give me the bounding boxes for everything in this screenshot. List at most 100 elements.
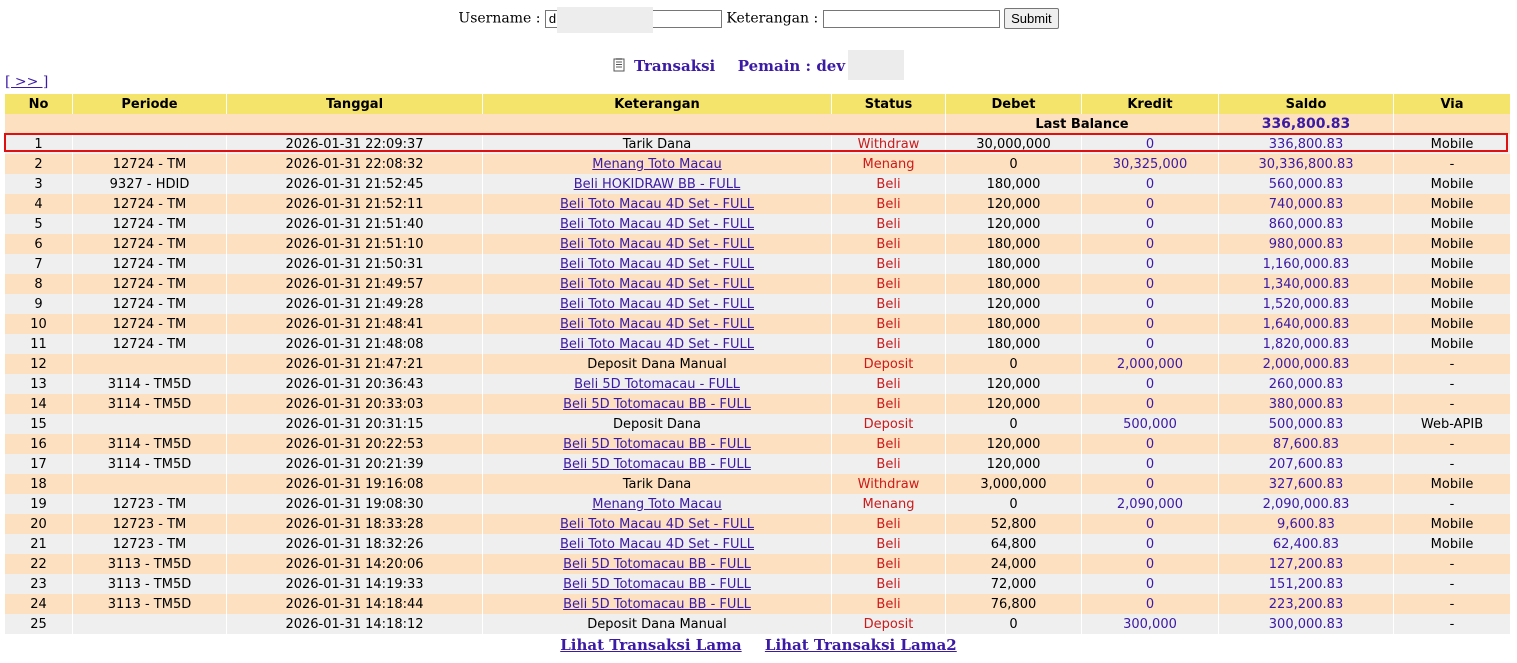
cell-debet: 3,000,000: [946, 474, 1081, 494]
keterangan-link[interactable]: Menang Toto Macau: [592, 157, 721, 172]
keterangan-link[interactable]: Beli 5D Totomacau BB - FULL: [563, 437, 751, 452]
cell-kredit: 0: [1082, 554, 1218, 574]
cell-debet: 120,000: [946, 214, 1081, 234]
lihat-transaksi-lama2-link[interactable]: Lihat Transaksi Lama2: [765, 636, 957, 654]
cell-saldo: 740,000.83: [1219, 194, 1393, 214]
cell-via: -: [1394, 594, 1510, 614]
cell-keterangan: Beli 5D Totomacau BB - FULL: [483, 394, 831, 414]
keterangan-link[interactable]: Beli 5D Totomacau BB - FULL: [563, 457, 751, 472]
cell-kredit: 0: [1082, 374, 1218, 394]
keterangan-link[interactable]: Beli 5D Totomacau BB - FULL: [563, 397, 751, 412]
table-row: 17 3114 - TM5D 2026-01-31 20:21:39 Beli 5D …: [5, 454, 1510, 474]
cell-tanggal: 2026-01-31 18:32:26: [227, 534, 482, 554]
table-row: 14 3114 - TM5D 2026-01-31 20:33:03 Beli 5D …: [5, 394, 1510, 414]
cell-tanggal: 2026-01-31 20:36:43: [227, 374, 482, 394]
keterangan-link[interactable]: Beli Toto Macau 4D Set - FULL: [560, 237, 754, 252]
keterangan-link[interactable]: Beli 5D Totomacau BB - FULL: [563, 557, 751, 572]
cell-no: 9: [5, 294, 72, 314]
cell-saldo: 1,340,000.83: [1219, 274, 1393, 294]
cell-no: 16: [5, 434, 72, 454]
cell-saldo: 327,600.83: [1219, 474, 1393, 494]
cell-kredit: 0: [1082, 594, 1218, 614]
keterangan-link[interactable]: Beli Toto Macau 4D Set - FULL: [560, 277, 754, 292]
pemain-label: Pemain : dev: [737, 57, 846, 75]
keterangan-link[interactable]: Beli 5D Totomacau - FULL: [574, 377, 740, 392]
cell-periode: 12724 - TM: [73, 154, 226, 174]
keterangan-link[interactable]: Beli 5D Totomacau BB - FULL: [563, 577, 751, 592]
cell-debet: 180,000: [946, 174, 1081, 194]
cell-debet: 64,800: [946, 534, 1081, 554]
keterangan-link[interactable]: Beli Toto Macau 4D Set - FULL: [560, 297, 754, 312]
cell-status: Deposit: [832, 354, 945, 374]
keterangan-link[interactable]: Beli Toto Macau 4D Set - FULL: [560, 217, 754, 232]
keterangan-link[interactable]: Beli Toto Macau 4D Set - FULL: [560, 257, 754, 272]
cell-no: 10: [5, 314, 72, 334]
cell-kredit: 0: [1082, 514, 1218, 534]
header-no: No: [5, 94, 72, 114]
cell-kredit: 0: [1082, 274, 1218, 294]
last-balance-value: 336,800.83: [1219, 114, 1393, 134]
cell-status: Beli: [832, 394, 945, 414]
lihat-transaksi-lama-link[interactable]: Lihat Transaksi Lama: [560, 636, 741, 654]
cell-debet: 120,000: [946, 194, 1081, 214]
table-row: 23 3113 - TM5D 2026-01-31 14:19:33 Beli 5D …: [5, 574, 1510, 594]
table-row: 22 3113 - TM5D 2026-01-31 14:20:06 Beli 5D …: [5, 554, 1510, 574]
cell-via: -: [1394, 574, 1510, 594]
keterangan-link[interactable]: Beli Toto Macau 4D Set - FULL: [560, 317, 754, 332]
cell-via: -: [1394, 394, 1510, 414]
cell-keterangan: Deposit Dana Manual: [483, 354, 831, 374]
cell-keterangan: Tarik Dana: [483, 474, 831, 494]
keterangan-link[interactable]: Beli Toto Macau 4D Set - FULL: [560, 537, 754, 552]
cell-debet: 120,000: [946, 394, 1081, 414]
cell-tanggal: 2026-01-31 14:18:44: [227, 594, 482, 614]
cell-tanggal: 2026-01-31 21:52:11: [227, 194, 482, 214]
table-row: 1 2026-01-31 22:09:37 Tarik Dana Withdraw 30…: [5, 134, 1510, 154]
keterangan-input[interactable]: [822, 9, 1000, 28]
cell-keterangan: Beli Toto Macau 4D Set - FULL: [483, 294, 831, 314]
cell-status: Beli: [832, 194, 945, 214]
cell-no: 19: [5, 494, 72, 514]
keterangan-link[interactable]: Beli Toto Macau 4D Set - FULL: [560, 337, 754, 352]
keterangan-link[interactable]: Beli Toto Macau 4D Set - FULL: [560, 517, 754, 532]
cell-via: Web-APIB: [1394, 414, 1510, 434]
keterangan-link[interactable]: Menang Toto Macau: [592, 497, 721, 512]
cell-no: 15: [5, 414, 72, 434]
cell-keterangan: Beli Toto Macau 4D Set - FULL: [483, 194, 831, 214]
cell-status: Beli: [832, 534, 945, 554]
cell-tanggal: 2026-01-31 14:20:06: [227, 554, 482, 574]
cell-periode: 12724 - TM: [73, 294, 226, 314]
cell-tanggal: 2026-01-31 20:21:39: [227, 454, 482, 474]
cell-kredit: 0: [1082, 474, 1218, 494]
table-row: 5 12724 - TM 2026-01-31 21:51:40 Beli Toto …: [5, 214, 1510, 234]
keterangan-link[interactable]: Beli HOKIDRAW BB - FULL: [574, 177, 741, 192]
cell-no: 11: [5, 334, 72, 354]
cell-keterangan: Tarik Dana: [483, 134, 831, 154]
cell-no: 13: [5, 374, 72, 394]
submit-button[interactable]: Submit: [1004, 8, 1059, 29]
keterangan-link[interactable]: Beli 5D Totomacau BB - FULL: [563, 597, 751, 612]
cell-debet: 180,000: [946, 254, 1081, 274]
cell-saldo: 87,600.83: [1219, 434, 1393, 454]
transaksi-title: Transaksi: [633, 57, 716, 75]
cell-via: -: [1394, 154, 1510, 174]
cell-status: Beli: [832, 334, 945, 354]
cell-via: -: [1394, 494, 1510, 514]
keterangan-link[interactable]: Beli Toto Macau 4D Set - FULL: [560, 197, 754, 212]
cell-status: Menang: [832, 494, 945, 514]
header-saldo: Saldo: [1219, 94, 1393, 114]
cell-debet: 0: [946, 154, 1081, 174]
search-form: Username : Keterangan : Submit: [0, 6, 1517, 33]
cell-status: Beli: [832, 454, 945, 474]
next-page-link[interactable]: [ >> ]: [5, 74, 48, 90]
transaction-table: No Periode Tanggal Keterangan Status Deb…: [4, 94, 1511, 634]
cell-tanggal: 2026-01-31 21:48:41: [227, 314, 482, 334]
cell-no: 5: [5, 214, 72, 234]
cell-status: Beli: [832, 514, 945, 534]
table-row: 2 12724 - TM 2026-01-31 22:08:32 Menang Tot…: [5, 154, 1510, 174]
cell-status: Deposit: [832, 614, 945, 634]
cell-keterangan: Beli 5D Totomacau BB - FULL: [483, 454, 831, 474]
cell-debet: 0: [946, 614, 1081, 634]
cell-via: Mobile: [1394, 274, 1510, 294]
cell-no: 22: [5, 554, 72, 574]
username-label: Username :: [458, 10, 541, 27]
